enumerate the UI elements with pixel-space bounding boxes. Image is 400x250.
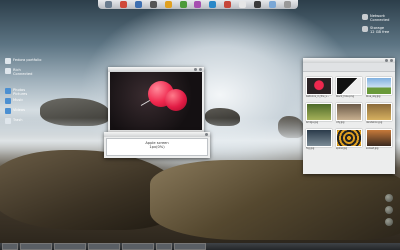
balloon-photo bbox=[110, 72, 202, 130]
file-name: bridge.jpg bbox=[306, 121, 319, 124]
terminal-icon[interactable] bbox=[149, 1, 157, 8]
user-icon bbox=[5, 68, 11, 74]
widget-label: Fedora portfolio bbox=[13, 58, 42, 62]
folder-icon bbox=[5, 98, 11, 104]
image-viewer-window[interactable] bbox=[108, 67, 204, 132]
taskbar-item[interactable] bbox=[156, 243, 172, 250]
taskbar-item[interactable] bbox=[88, 243, 120, 250]
desktop-widget-music[interactable]: Music bbox=[5, 98, 23, 104]
desktop-widget-user[interactable]: Rich Connected bbox=[5, 68, 32, 76]
file-item[interactable]: fog.jpg bbox=[306, 129, 333, 150]
file-item[interactable]: spiral.jpg bbox=[336, 129, 363, 150]
home-icon bbox=[5, 58, 11, 64]
file-manager-toolbar bbox=[303, 63, 395, 72]
file-name: city.jpg bbox=[336, 121, 345, 124]
dialog-body: Apple screen 1px(0%) bbox=[106, 138, 208, 156]
file-item[interactable]: black_hole.png bbox=[336, 77, 363, 98]
file-name: sunset.jpg bbox=[366, 147, 379, 150]
browser-icon[interactable] bbox=[119, 1, 127, 8]
widget-label: Trash bbox=[13, 118, 23, 122]
widget-label: Storage 12 GB free bbox=[370, 26, 390, 34]
desktop-widget-home[interactable]: Fedora portfolio bbox=[5, 58, 41, 64]
widget-label: Music bbox=[13, 98, 24, 102]
taskbar bbox=[0, 243, 400, 250]
taskbar-item[interactable] bbox=[54, 243, 86, 250]
desktop-widget-network[interactable]: Network Connected bbox=[362, 14, 389, 22]
file-item[interactable]: sunset.jpg bbox=[366, 129, 393, 150]
taskbar-item[interactable] bbox=[122, 243, 154, 250]
thumbnail-grid: balloons_in_the_s... black_hole.png blue… bbox=[306, 77, 392, 150]
side-control-button[interactable] bbox=[385, 218, 393, 226]
close-icon[interactable] bbox=[199, 68, 202, 71]
file-item[interactable]: blue_sky.jpg bbox=[366, 77, 393, 98]
mail-icon[interactable] bbox=[134, 1, 142, 8]
close-icon[interactable] bbox=[205, 133, 208, 136]
trash-icon[interactable] bbox=[284, 1, 292, 8]
file-item[interactable]: dandelion.jpg bbox=[366, 103, 393, 124]
file-name: fog.jpg bbox=[306, 147, 315, 150]
disk-icon bbox=[362, 26, 368, 32]
folder-icon bbox=[5, 108, 11, 114]
trash-icon bbox=[5, 118, 11, 124]
desktop-widget-videos[interactable]: Videos bbox=[5, 108, 25, 114]
dialog-titlebar[interactable] bbox=[104, 132, 210, 137]
settings-icon[interactable] bbox=[254, 1, 262, 8]
file-item[interactable]: bridge.jpg bbox=[306, 103, 333, 124]
info-dialog[interactable]: Apple screen 1px(0%) bbox=[104, 132, 210, 158]
side-control-button[interactable] bbox=[385, 194, 393, 202]
music-icon[interactable] bbox=[164, 1, 172, 8]
maximize-icon[interactable] bbox=[194, 68, 197, 71]
desktop-widget-photos[interactable]: Photos Pictures bbox=[5, 88, 27, 96]
widget-label: Rich Connected bbox=[13, 68, 33, 76]
taskbar-item[interactable] bbox=[2, 243, 18, 250]
taskbar-item[interactable] bbox=[174, 243, 206, 250]
maximize-icon[interactable] bbox=[385, 59, 388, 62]
calendar-icon[interactable] bbox=[209, 1, 217, 8]
network-icon[interactable] bbox=[269, 1, 277, 8]
file-thumbnail bbox=[366, 129, 392, 147]
file-thumbnail bbox=[306, 103, 332, 121]
file-name: spiral.jpg bbox=[336, 147, 347, 150]
taskbar-item[interactable] bbox=[20, 243, 52, 250]
widget-label: Photos Pictures bbox=[13, 88, 28, 96]
folder-icon bbox=[5, 88, 11, 94]
file-name: black_hole.png bbox=[336, 95, 354, 98]
file-name: blue_sky.jpg bbox=[366, 95, 381, 98]
dialog-line: 1px(0%) bbox=[149, 145, 165, 150]
widget-label: Network Connected bbox=[370, 14, 390, 22]
file-item[interactable]: balloons_in_the_s... bbox=[306, 77, 333, 98]
file-thumbnail bbox=[306, 77, 332, 95]
file-thumbnail bbox=[336, 77, 362, 95]
side-control-button[interactable] bbox=[385, 206, 393, 214]
document-icon[interactable] bbox=[239, 1, 247, 8]
photos-icon[interactable] bbox=[194, 1, 202, 8]
file-thumbnail bbox=[306, 129, 332, 147]
file-name: balloons_in_the_s... bbox=[306, 95, 330, 98]
file-name: dandelion.jpg bbox=[366, 121, 383, 124]
close-icon[interactable] bbox=[390, 59, 393, 62]
network-icon bbox=[362, 14, 368, 20]
top-dock bbox=[98, 0, 298, 9]
file-thumbnail bbox=[336, 103, 362, 121]
widget-label: Videos bbox=[13, 108, 25, 112]
file-thumbnail bbox=[366, 77, 392, 95]
chat-icon[interactable] bbox=[179, 1, 187, 8]
file-item[interactable]: city.jpg bbox=[336, 103, 363, 124]
red-balloon bbox=[165, 89, 187, 111]
desktop-widget-storage[interactable]: Storage 12 GB free bbox=[362, 26, 389, 34]
file-thumbnail bbox=[366, 103, 392, 121]
file-manager-window[interactable]: balloons_in_the_s... black_hole.png blue… bbox=[303, 58, 395, 174]
video-icon[interactable] bbox=[224, 1, 232, 8]
file-thumbnail bbox=[336, 129, 362, 147]
desktop-widget-trash[interactable]: Trash bbox=[5, 118, 23, 124]
files-icon[interactable] bbox=[104, 1, 112, 8]
